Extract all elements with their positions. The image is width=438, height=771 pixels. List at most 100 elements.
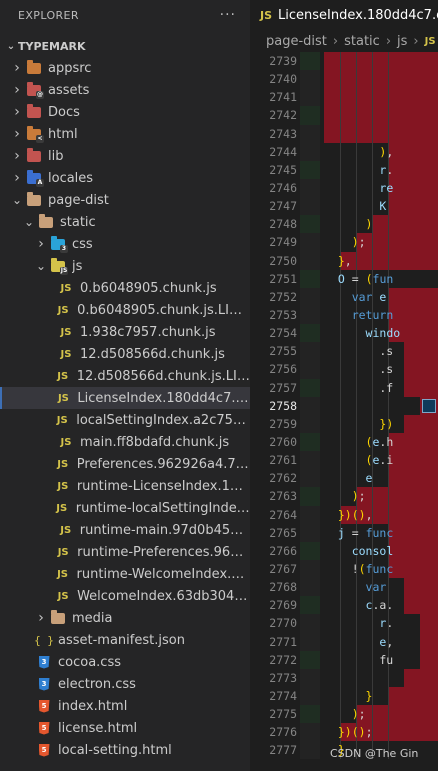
code-line[interactable]: 2770 r. — [250, 614, 438, 633]
code-line[interactable]: 2775 ); — [250, 705, 438, 724]
diff-highlight — [388, 305, 438, 325]
code-line[interactable]: 2764 })(), — [250, 505, 438, 524]
folder-item[interactable]: › < html — [0, 123, 250, 145]
folder-icon: < — [26, 125, 44, 143]
file-item[interactable]: 5 local-setting.html — [0, 739, 250, 761]
diff-highlight — [388, 197, 438, 216]
code-line[interactable]: 2754 windo — [250, 324, 438, 343]
code-line[interactable]: 2753 return — [250, 305, 438, 325]
code-line[interactable]: 2763 ); — [250, 487, 438, 506]
code-line[interactable]: 2756 .s — [250, 360, 438, 379]
code-line[interactable]: 2743 — [250, 124, 438, 143]
code-line[interactable]: 2766 consol — [250, 541, 438, 560]
code-text: var — [365, 580, 387, 595]
tab-licenseindex-js[interactable]: JS LicenseIndex.180dd4c7.chunk.js — [250, 0, 438, 30]
json-file-icon: { } — [34, 633, 54, 647]
breadcrumb-item[interactable]: static — [344, 34, 380, 49]
code-line[interactable]: 2755 .s — [250, 342, 438, 361]
more-actions-icon[interactable]: ··· — [220, 7, 236, 23]
js-file-icon: JS — [57, 568, 68, 580]
code-line[interactable]: 2771 e, — [250, 632, 438, 651]
file-item[interactable]: JS 12.d508566d.chunk.js — [0, 343, 250, 365]
file-item[interactable]: JS runtime-main.97d0b459.js — [0, 519, 250, 541]
tree-item-label: LicenseIndex.180dd4c7.chunk.js — [77, 390, 250, 406]
file-item[interactable]: { } asset-manifest.json — [0, 629, 250, 651]
file-item[interactable]: JS 12.d508566d.chunk.js.LICENSE.txt — [0, 365, 250, 387]
code-line[interactable]: 2772 fu — [250, 650, 438, 669]
file-item[interactable]: JS localSettingIndex.a2c75cb3.chunk.js — [0, 409, 250, 431]
code-line[interactable]: 2747 K — [250, 197, 438, 216]
gutter-strip — [300, 251, 320, 270]
line-number: 2756 — [269, 362, 297, 377]
js-file-icon: JS — [60, 436, 72, 448]
indent-guide — [356, 106, 357, 125]
file-item[interactable]: JS 0.b6048905.chunk.js.LICENSE.txt — [0, 299, 250, 321]
file-item[interactable]: JS runtime-WelcomeIndex.63db304f.js — [0, 563, 250, 585]
code-line[interactable]: 2748 ) — [250, 215, 438, 234]
file-item[interactable]: 5 index.html — [0, 695, 250, 717]
diff-highlight — [388, 686, 438, 706]
breadcrumb-item[interactable]: page-dist — [266, 34, 327, 49]
code-line[interactable]: 2768 var — [250, 578, 438, 597]
code-line[interactable]: 2776 })(); — [250, 723, 438, 742]
file-item[interactable]: 3 electron.css — [0, 673, 250, 695]
code-line[interactable]: 2741 — [250, 88, 438, 107]
code-line[interactable]: 2740 — [250, 70, 438, 89]
code-line[interactable]: 2746 re — [250, 178, 438, 198]
file-item[interactable]: JS 0.b6048905.chunk.js — [0, 277, 250, 299]
code-line[interactable]: 2769 c.a. — [250, 596, 438, 615]
folder-item[interactable]: › appsrc — [0, 57, 250, 79]
code-line[interactable]: 2742 — [250, 106, 438, 125]
code-line[interactable]: 2745 r. — [250, 160, 438, 179]
file-item[interactable]: JS runtime-LicenseIndex.180dd4c7.js — [0, 475, 250, 497]
folder-icon: A — [26, 169, 44, 187]
folder-item[interactable]: ⌄ static — [0, 211, 250, 233]
code-line[interactable]: 2751 O = (fun — [250, 269, 438, 288]
code-line[interactable]: 2752 var e — [250, 287, 438, 306]
file-item[interactable]: JS runtime-localSettingIndex.a2c75cb3.js — [0, 497, 250, 519]
code-line[interactable]: 2739 — [250, 52, 438, 71]
folder-item[interactable]: › lib — [0, 145, 250, 167]
gutter-strip — [300, 668, 320, 687]
indent-guide — [356, 88, 357, 107]
file-item[interactable]: JS Preferences.962926a4.75.chunk.js — [0, 453, 250, 475]
file-item[interactable]: 5 license.html — [0, 717, 250, 739]
file-item[interactable]: JS main.ff8bdafd.chunk.js — [0, 431, 250, 453]
code-line[interactable]: 2765 j = func — [250, 523, 438, 542]
code-line[interactable]: 2744 ), — [250, 142, 438, 161]
gutter-strip — [300, 142, 320, 161]
code-line[interactable]: 2761 (e.i — [250, 451, 438, 470]
folder-item[interactable]: › media — [0, 607, 250, 629]
js-file-icon: JS — [57, 480, 69, 492]
folder-item[interactable]: › Alocales — [0, 167, 250, 189]
file-item[interactable]: 3 cocoa.css — [0, 651, 250, 673]
folder-item[interactable]: › 3 css — [0, 233, 250, 255]
file-item[interactable]: JS LicenseIndex.180dd4c7.chunk.js — [0, 387, 250, 409]
code-line[interactable]: 2774 } — [250, 686, 438, 706]
file-item[interactable]: JS runtime-Preferences.962926a4.js — [0, 541, 250, 563]
code-area[interactable]: 2739 2740 2741 2742 2743 2744 ), 2745 r. 2746 r… — [250, 52, 438, 760]
breadcrumb-item[interactable]: js — [397, 34, 407, 49]
code-line[interactable]: 2749 ); — [250, 233, 438, 252]
code-line[interactable]: 2750 }, — [250, 251, 438, 270]
explorer-header: EXPLORER ··· — [0, 0, 250, 30]
chevron-right-icon: › — [38, 236, 44, 252]
code-line[interactable]: 2757 .f — [250, 378, 438, 397]
workspace-section-header[interactable]: ⌄ TYPEMARK — [0, 35, 250, 57]
folder-item[interactable]: ⌄ JS js — [0, 255, 250, 277]
tree-item-label: 12.d508566d.chunk.js.LICENSE.txt — [76, 368, 250, 384]
code-line[interactable]: 2773 — [250, 668, 438, 687]
file-item[interactable]: JS 1.938c7957.chunk.js — [0, 321, 250, 343]
code-line[interactable]: 2758 — [250, 396, 438, 415]
code-line[interactable]: 2760 (e.h — [250, 432, 438, 452]
folder-item[interactable]: › @ assets — [0, 79, 250, 101]
chevron-down-icon: ⌄ — [6, 40, 16, 52]
folder-item[interactable]: ⌄ page-dist — [0, 189, 250, 211]
code-line[interactable]: 2759 }) — [250, 414, 438, 433]
folder-item[interactable]: › Docs — [0, 101, 250, 123]
diff-highlight — [388, 432, 438, 452]
gutter-strip — [300, 178, 320, 198]
code-line[interactable]: 2767 !(func — [250, 559, 438, 579]
file-item[interactable]: JS WelcomeIndex.63db304f.chunk.js — [0, 585, 250, 607]
code-line[interactable]: 2762 e — [250, 469, 438, 488]
